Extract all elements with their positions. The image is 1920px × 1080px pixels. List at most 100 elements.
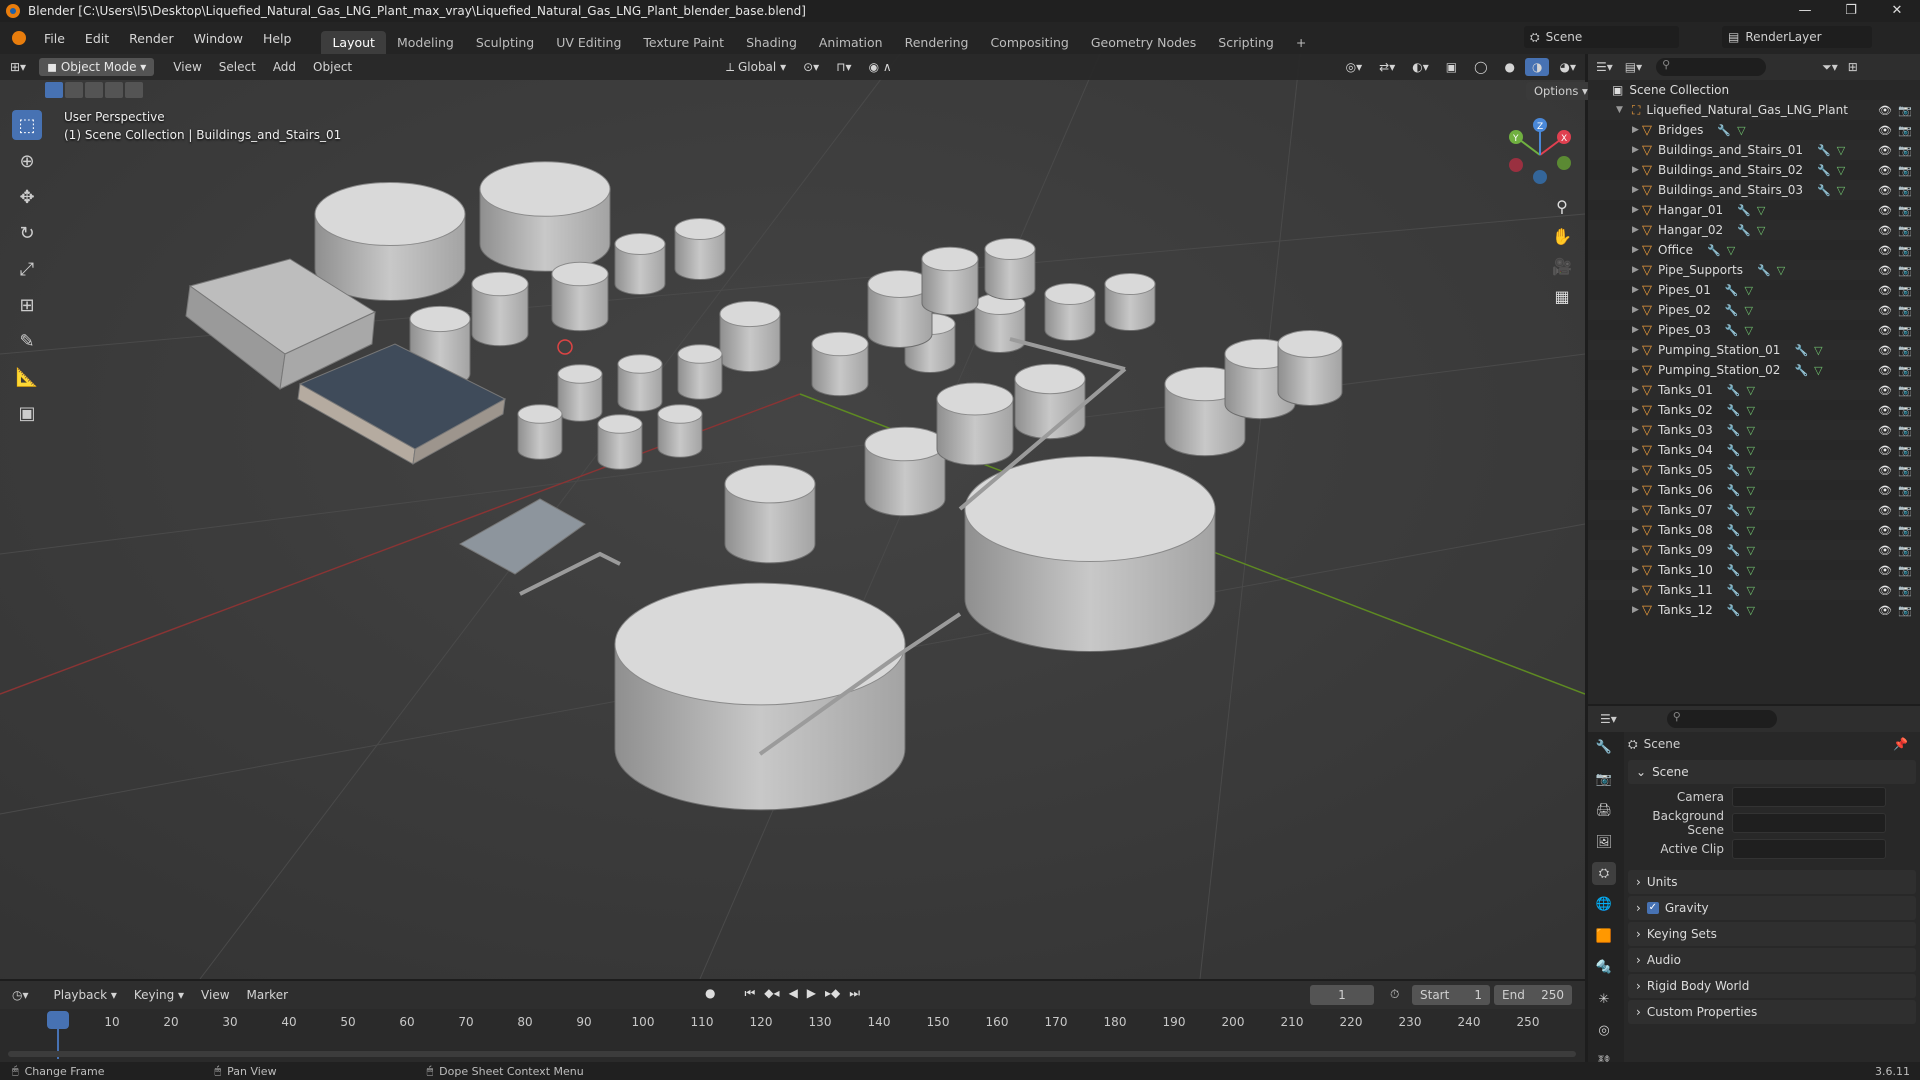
measure-tool-icon[interactable]: 📐 (12, 362, 42, 392)
visibility-eye-icon[interactable]: 👁 (1878, 524, 1892, 537)
camera-view-icon[interactable]: 🎥 (1548, 252, 1576, 280)
visibility-eye-icon[interactable]: 👁 (1878, 324, 1892, 337)
outliner-item[interactable]: ▶ ▽ Office 🔧 ▽ 👁 📷 (1588, 240, 1920, 260)
modifier-wrench-icon[interactable]: 🔧 (1725, 304, 1739, 317)
mesh-data-icon[interactable]: ▽ (1746, 384, 1754, 397)
mesh-data-icon[interactable]: ▽ (1837, 184, 1845, 197)
shading-wireframe-icon[interactable]: ◯ (1467, 58, 1494, 76)
visibility-eye-icon[interactable]: 👁 (1878, 504, 1892, 517)
outliner-search-input[interactable]: ⚲ (1656, 58, 1767, 76)
modifier-wrench-icon[interactable]: 🔧 (1727, 444, 1741, 457)
tab-compositing[interactable]: Compositing (979, 31, 1079, 54)
options-dropdown[interactable]: Options ▾ (1526, 82, 1596, 100)
frame-ruler[interactable]: 1102030405060708090100110120130140150160… (0, 981, 1585, 1041)
blender-menu-icon[interactable] (12, 31, 26, 45)
playhead-marker[interactable] (47, 1011, 69, 1029)
modifier-wrench-icon[interactable]: 🔧 (1727, 384, 1741, 397)
gravity-checkbox[interactable]: ✓ (1646, 902, 1659, 914)
mesh-data-icon[interactable]: ▽ (1746, 504, 1754, 517)
render-tab-icon[interactable]: 📷 (1592, 767, 1616, 790)
object-tab-icon[interactable]: 🟧 (1592, 925, 1616, 948)
mesh-data-icon[interactable]: ▽ (1737, 124, 1745, 137)
render-camera-icon[interactable]: 📷 (1898, 164, 1912, 177)
mesh-data-icon[interactable]: ▽ (1757, 204, 1765, 217)
properties-search-input[interactable]: ⚲ (1666, 710, 1777, 728)
outliner-item[interactable]: ▶ ▽ Pipes_02 🔧 ▽ 👁 📷 (1588, 300, 1920, 320)
mesh-data-icon[interactable]: ▽ (1745, 284, 1753, 297)
select-extend-icon[interactable] (65, 82, 83, 98)
modifier-wrench-icon[interactable]: 🔧 (1737, 224, 1751, 237)
render-camera-icon[interactable]: 📷 (1898, 484, 1912, 497)
outliner-collection-row[interactable]: ▼ ⛶ Liquefied_Natural_Gas_LNG_Plant 👁 📷 (1588, 100, 1920, 120)
outliner-item[interactable]: ▶ ▽ Tanks_05 🔧 ▽ 👁 📷 (1588, 460, 1920, 480)
menu-file[interactable]: File (34, 31, 75, 46)
expand-triangle-icon[interactable]: ▶ (1632, 345, 1642, 355)
modifier-wrench-icon[interactable]: 🔧 (1737, 204, 1751, 217)
mesh-data-icon[interactable]: ▽ (1746, 464, 1754, 477)
background-scene-field[interactable] (1732, 813, 1886, 833)
tab-geometry-nodes[interactable]: Geometry Nodes (1080, 31, 1207, 54)
render-camera-icon[interactable]: 📷 (1898, 424, 1912, 437)
mesh-data-icon[interactable]: ▽ (1746, 544, 1754, 557)
visibility-eye-icon[interactable]: 👁 (1878, 384, 1892, 397)
add-workspace-button[interactable]: + (1285, 31, 1317, 54)
modifier-wrench-icon[interactable]: 🔧 (1727, 564, 1741, 577)
minimize-button[interactable]: — (1782, 0, 1828, 22)
visibility-eye-icon[interactable]: 👁 (1878, 144, 1892, 157)
mesh-data-icon[interactable]: ▽ (1777, 264, 1785, 277)
modifier-wrench-icon[interactable]: 🔧 (1727, 424, 1741, 437)
outliner-item[interactable]: ▶ ▽ Buildings_and_Stairs_02 🔧 ▽ 👁 📷 (1588, 160, 1920, 180)
menu-object[interactable]: Object (306, 58, 359, 76)
mesh-data-icon[interactable]: ▽ (1837, 164, 1845, 177)
menu-edit[interactable]: Edit (75, 31, 119, 46)
menu-select[interactable]: Select (212, 58, 263, 76)
tab-scripting[interactable]: Scripting (1207, 31, 1285, 54)
editor-type-button[interactable]: ⊞▾ (3, 58, 33, 76)
timeline-scrollbar[interactable] (8, 1051, 1576, 1057)
outliner-item[interactable]: ▶ ▽ Pipes_03 🔧 ▽ 👁 📷 (1588, 320, 1920, 340)
outliner-item[interactable]: ▶ ▽ Bridges 🔧 ▽ 👁 📷 (1588, 120, 1920, 140)
render-camera-icon[interactable]: 📷 (1898, 124, 1912, 137)
visibility-eye-icon[interactable]: 👁 (1878, 544, 1892, 557)
custom-properties-panel-header[interactable]: › Custom Properties (1628, 1000, 1916, 1024)
menu-help[interactable]: Help (253, 31, 302, 46)
visibility-eye-icon[interactable]: 👁 (1878, 104, 1892, 117)
render-camera-icon[interactable]: 📷 (1898, 564, 1912, 577)
select-intersect-icon[interactable] (125, 82, 143, 98)
outliner-item[interactable]: ▶ ▽ Tanks_06 🔧 ▽ 👁 📷 (1588, 480, 1920, 500)
visibility-eye-icon[interactable]: 👁 (1878, 204, 1892, 217)
gizmo-toggle-icon[interactable]: ⇄▾ (1372, 58, 1402, 76)
maximize-button[interactable]: ❐ (1828, 0, 1874, 22)
render-camera-icon[interactable]: 📷 (1898, 544, 1912, 557)
outliner-item[interactable]: ▶ ▽ Tanks_07 🔧 ▽ 👁 📷 (1588, 500, 1920, 520)
rotate-tool-icon[interactable]: ↻ (12, 218, 42, 248)
render-camera-icon[interactable]: 📷 (1898, 184, 1912, 197)
modifier-wrench-icon[interactable]: 🔧 (1727, 484, 1741, 497)
modifier-wrench-icon[interactable]: 🔧 (1725, 324, 1739, 337)
outliner-item[interactable]: ▶ ▽ Pipes_01 🔧 ▽ 👁 📷 (1588, 280, 1920, 300)
expand-triangle-icon[interactable]: ▶ (1632, 565, 1642, 575)
expand-triangle-icon[interactable]: ▶ (1632, 245, 1642, 255)
mesh-data-icon[interactable]: ▽ (1746, 424, 1754, 437)
outliner-item[interactable]: ▶ ▽ Buildings_and_Stairs_03 🔧 ▽ 👁 📷 (1588, 180, 1920, 200)
visibility-eye-icon[interactable]: 👁 (1878, 444, 1892, 457)
render-layer-selector[interactable]: ▤ RenderLayer (1722, 26, 1872, 48)
scale-tool-icon[interactable]: ⤢ (12, 254, 42, 284)
expand-triangle-icon[interactable]: ▶ (1632, 485, 1642, 495)
visibility-eye-icon[interactable]: 👁 (1878, 344, 1892, 357)
view-layer-tab-icon[interactable]: 🖼 (1592, 830, 1616, 853)
expand-triangle-icon[interactable]: ▶ (1632, 165, 1642, 175)
visibility-eye-icon[interactable]: 👁 (1878, 304, 1892, 317)
render-camera-icon[interactable]: 📷 (1898, 364, 1912, 377)
modifier-wrench-icon[interactable]: 🔧 (1707, 244, 1721, 257)
render-camera-icon[interactable]: 📷 (1898, 284, 1912, 297)
modifier-wrench-icon[interactable]: 🔧 (1725, 284, 1739, 297)
tab-animation[interactable]: Animation (808, 31, 894, 54)
world-tab-icon[interactable]: 🌐 (1592, 893, 1616, 916)
outliner-item[interactable]: ▶ ▽ Tanks_12 🔧 ▽ 👁 📷 (1588, 600, 1920, 620)
outliner-item[interactable]: ▶ ▽ Tanks_03 🔧 ▽ 👁 📷 (1588, 420, 1920, 440)
outliner-item[interactable]: ▶ ▽ Tanks_08 🔧 ▽ 👁 📷 (1588, 520, 1920, 540)
modifier-wrench-icon[interactable]: 🔧 (1817, 164, 1831, 177)
mesh-data-icon[interactable]: ▽ (1814, 344, 1822, 357)
render-camera-icon[interactable]: 📷 (1898, 444, 1912, 457)
